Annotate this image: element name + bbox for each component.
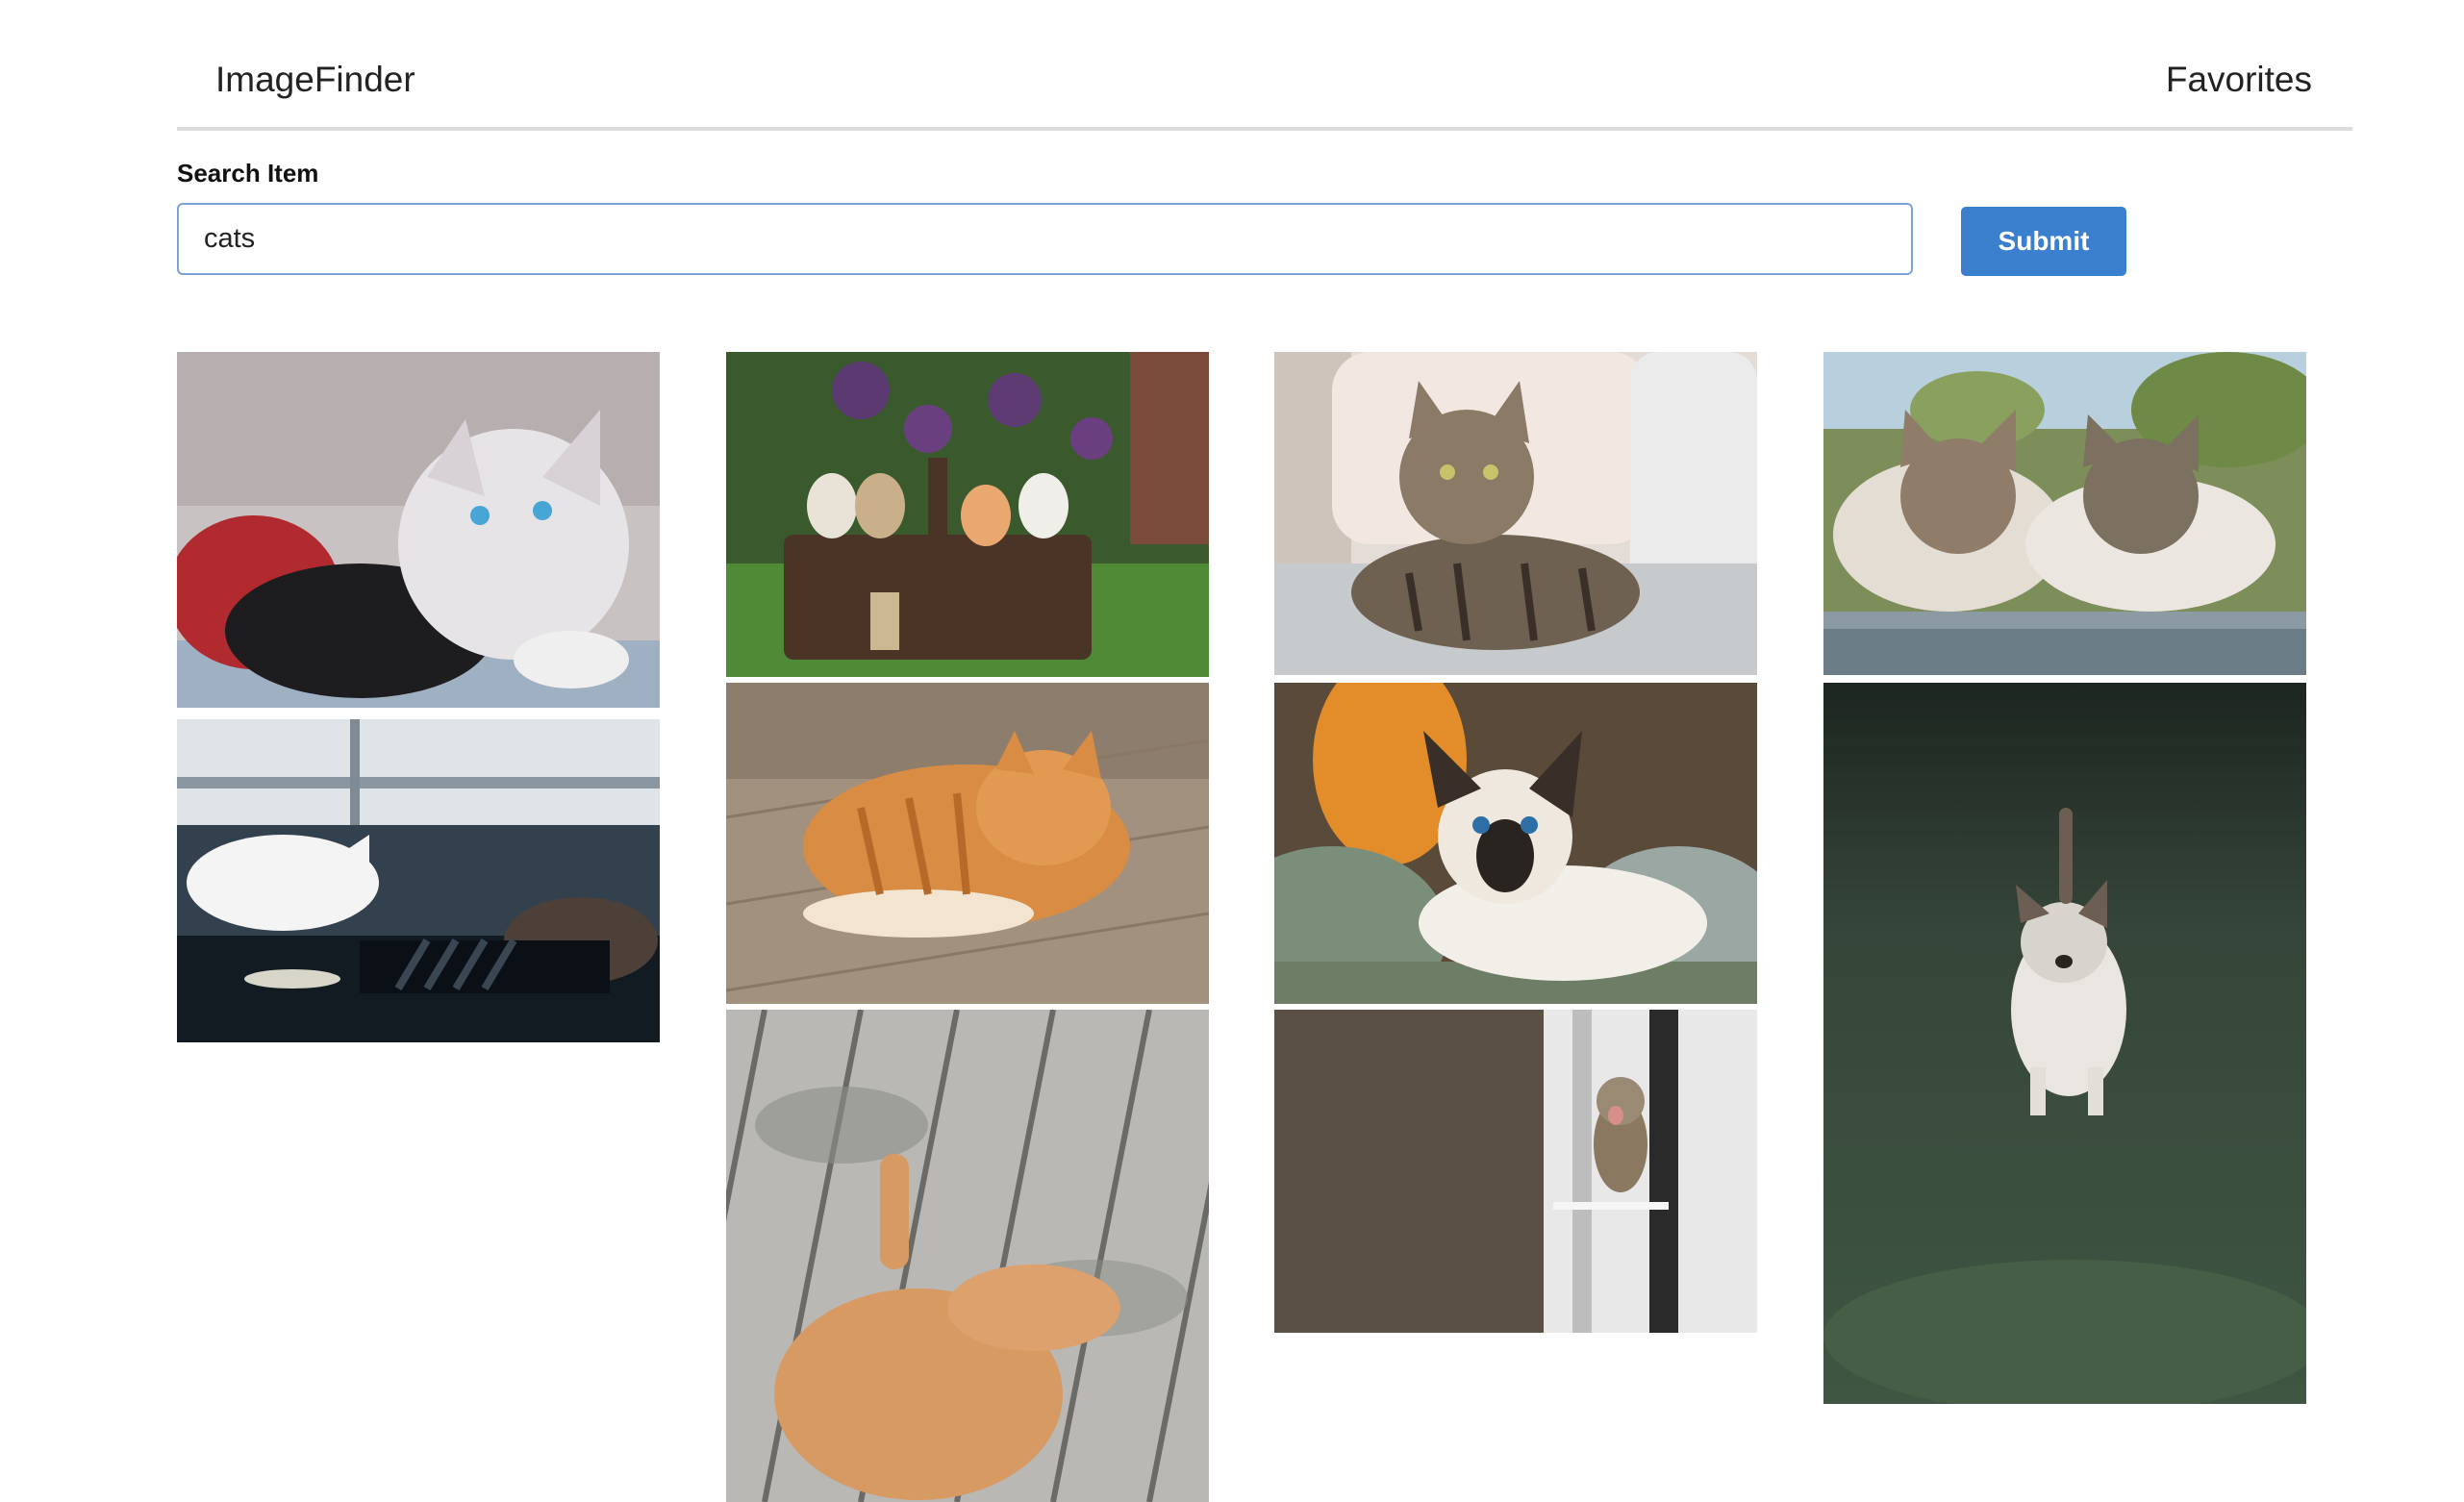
tabby-couch-photo	[1274, 352, 1757, 675]
result-image-kittens-basket[interactable]	[726, 352, 1209, 677]
kittens-basket-photo	[726, 352, 1209, 677]
orange-cat-floor-photo	[726, 683, 1209, 1004]
result-image-two-tabbies[interactable]	[1823, 352, 2306, 675]
search-input[interactable]	[177, 203, 1913, 275]
result-image-kitten-grass[interactable]	[1823, 683, 2306, 1404]
two-tabbies-photo	[1823, 352, 2306, 675]
cats-windowsill-photo	[177, 719, 660, 1042]
result-image-siamese-kitten[interactable]	[1274, 683, 1757, 1004]
submit-button[interactable]: Submit	[1961, 207, 2126, 276]
kittens-cuddling-photo	[177, 352, 660, 708]
kitten-window-photo	[1274, 1010, 1757, 1333]
siamese-kitten-photo	[1274, 683, 1757, 1004]
top-navbar: ImageFinder Favorites	[177, 38, 2352, 131]
result-image-kittens-cuddling[interactable]	[177, 352, 660, 708]
kitten-grass-photo	[1823, 683, 2306, 1404]
result-image-tabby-couch[interactable]	[1274, 352, 1757, 675]
result-image-kitten-window[interactable]	[1274, 1010, 1757, 1333]
result-image-ginger-cat-deck[interactable]	[726, 1010, 1209, 1502]
favorites-link[interactable]: Favorites	[2166, 60, 2312, 100]
search-label: Search Item	[177, 159, 319, 188]
result-image-orange-cat-floor[interactable]	[726, 683, 1209, 1004]
brand-link[interactable]: ImageFinder	[215, 60, 415, 100]
ginger-cat-deck-photo	[726, 1010, 1209, 1502]
result-image-cats-windowsill[interactable]	[177, 719, 660, 1042]
